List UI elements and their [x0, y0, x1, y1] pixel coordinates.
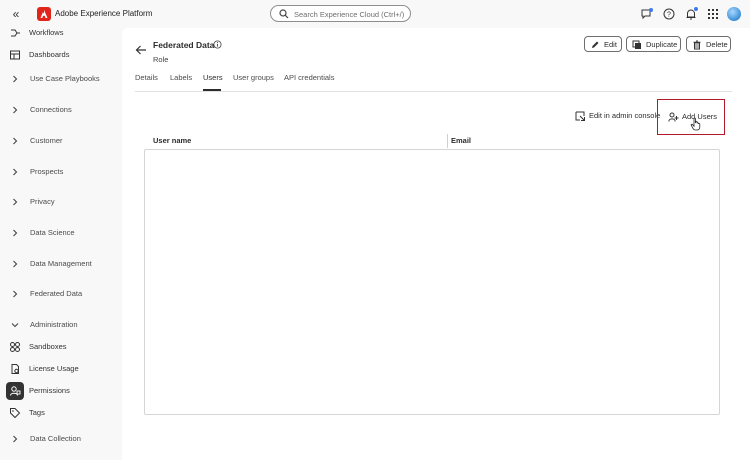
chevron-right-icon — [13, 229, 18, 237]
tag-icon — [10, 408, 21, 419]
active-tab-indicator — [203, 89, 221, 91]
delete-button-label: Delete — [706, 40, 728, 49]
sidebar-item-data-management[interactable]: Data Management — [0, 255, 122, 273]
tab-users[interactable]: Users — [203, 73, 223, 82]
sidebar-item-customer[interactable]: Customer — [0, 132, 122, 150]
help-icon[interactable]: ? — [662, 7, 676, 21]
edit-button-label: Edit — [604, 40, 617, 49]
sidebar-item-label: Workflows — [29, 28, 64, 37]
duplicate-button[interactable]: Duplicate — [626, 36, 681, 52]
hand-cursor-icon — [690, 117, 701, 131]
sidebar: Workflows Dashboards Use Case Playbooks … — [0, 22, 122, 460]
chevron-right-icon — [13, 168, 18, 176]
license-icon — [11, 364, 19, 374]
workflow-icon — [11, 29, 20, 37]
pencil-icon — [592, 41, 599, 48]
search-placeholder: Search Experience Cloud (Ctrl+/) — [294, 10, 405, 19]
add-user-icon — [668, 112, 679, 122]
users-table-body — [144, 149, 720, 415]
dashboard-icon — [10, 50, 20, 60]
sidebar-item-label: Use Case Playbooks — [30, 74, 100, 83]
sidebar-item-label: Data Collection — [30, 434, 81, 443]
info-icon[interactable] — [213, 40, 222, 49]
column-header-user-name[interactable]: User name — [153, 136, 191, 145]
sidebar-item-label: Federated Data — [30, 289, 83, 298]
sidebar-item-administration[interactable]: Administration — [0, 316, 122, 334]
sidebar-item-use-case-playbooks[interactable]: Use Case Playbooks — [0, 70, 122, 88]
avatar[interactable] — [727, 7, 741, 21]
chevron-right-icon — [13, 260, 18, 268]
trash-icon — [693, 40, 701, 50]
sidebar-item-license-usage[interactable]: License Usage — [0, 360, 122, 378]
sidebar-item-label: Administration — [30, 320, 78, 329]
sidebar-item-permissions[interactable]: Permissions — [0, 382, 122, 400]
sidebar-item-label: Data Management — [30, 259, 92, 268]
chevron-right-icon — [13, 137, 18, 145]
page-subtitle: Role — [153, 55, 169, 64]
tab-user-groups[interactable]: User groups — [233, 73, 274, 82]
search-icon — [279, 9, 289, 19]
external-edit-icon — [575, 111, 585, 121]
sidebar-item-dashboards[interactable]: Dashboards — [0, 46, 122, 64]
apps-grid-icon[interactable] — [706, 7, 720, 21]
sidebar-item-label: Customer — [30, 136, 63, 145]
bell-icon[interactable] — [684, 6, 699, 21]
chat-icon[interactable] — [640, 7, 654, 21]
sidebar-item-sandboxes[interactable]: Sandboxes — [0, 338, 122, 356]
duplicate-icon — [632, 40, 641, 49]
chevron-right-icon — [13, 75, 18, 83]
notification-dot — [693, 6, 699, 12]
sidebar-item-label: License Usage — [29, 364, 79, 373]
search-field[interactable]: Search Experience Cloud (Ctrl+/) — [270, 5, 411, 22]
chevron-right-icon — [13, 435, 18, 443]
page-title: Federated Data — [153, 40, 215, 50]
column-header-email[interactable]: Email — [451, 136, 471, 145]
delete-button[interactable]: Delete — [686, 36, 731, 52]
sidebar-item-workflows[interactable]: Workflows — [0, 24, 122, 42]
sidebar-item-federated-data[interactable]: Federated Data — [0, 285, 122, 303]
sidebar-item-label: Connections — [30, 105, 72, 114]
sidebar-item-label: Sandboxes — [29, 342, 67, 351]
collapse-sidebar-icon[interactable]: « — [9, 7, 23, 21]
tab-api-credentials[interactable]: API credentials — [284, 73, 334, 82]
chevron-right-icon — [13, 290, 18, 298]
sidebar-item-label: Tags — [29, 408, 45, 417]
sidebar-item-tags[interactable]: Tags — [0, 404, 122, 422]
sidebar-item-label: Data Science — [30, 228, 75, 237]
sidebar-item-label: Prospects — [30, 167, 64, 176]
sidebar-item-label: Permissions — [29, 386, 70, 395]
sandboxes-icon — [10, 342, 20, 352]
sidebar-item-label: Dashboards — [29, 50, 70, 59]
sidebar-item-privacy[interactable]: Privacy — [0, 193, 122, 211]
back-arrow-icon[interactable] — [134, 44, 148, 56]
sidebar-item-data-collection[interactable]: Data Collection — [0, 430, 122, 448]
tab-details[interactable]: Details — [135, 73, 158, 82]
sidebar-item-data-science[interactable]: Data Science — [0, 224, 122, 242]
app-title[interactable]: Adobe Experience Platform — [55, 9, 152, 18]
edit-button[interactable]: Edit — [584, 36, 622, 52]
chevron-down-icon — [11, 323, 19, 328]
adobe-logo-icon[interactable] — [37, 7, 51, 21]
sidebar-item-label: Privacy — [30, 197, 55, 206]
sidebar-item-connections[interactable]: Connections — [0, 101, 122, 119]
edit-in-admin-console-label: Edit in admin console — [589, 111, 661, 120]
svg-text:?: ? — [667, 12, 671, 19]
permissions-icon — [6, 382, 24, 400]
chevron-right-icon — [13, 106, 18, 114]
chevron-right-icon — [13, 198, 18, 206]
duplicate-button-label: Duplicate — [646, 40, 678, 49]
sidebar-item-prospects[interactable]: Prospects — [0, 163, 122, 181]
column-divider — [447, 134, 448, 148]
tab-bar: Details Labels Users User groups API cre… — [135, 72, 732, 92]
tab-labels[interactable]: Labels — [170, 73, 192, 82]
